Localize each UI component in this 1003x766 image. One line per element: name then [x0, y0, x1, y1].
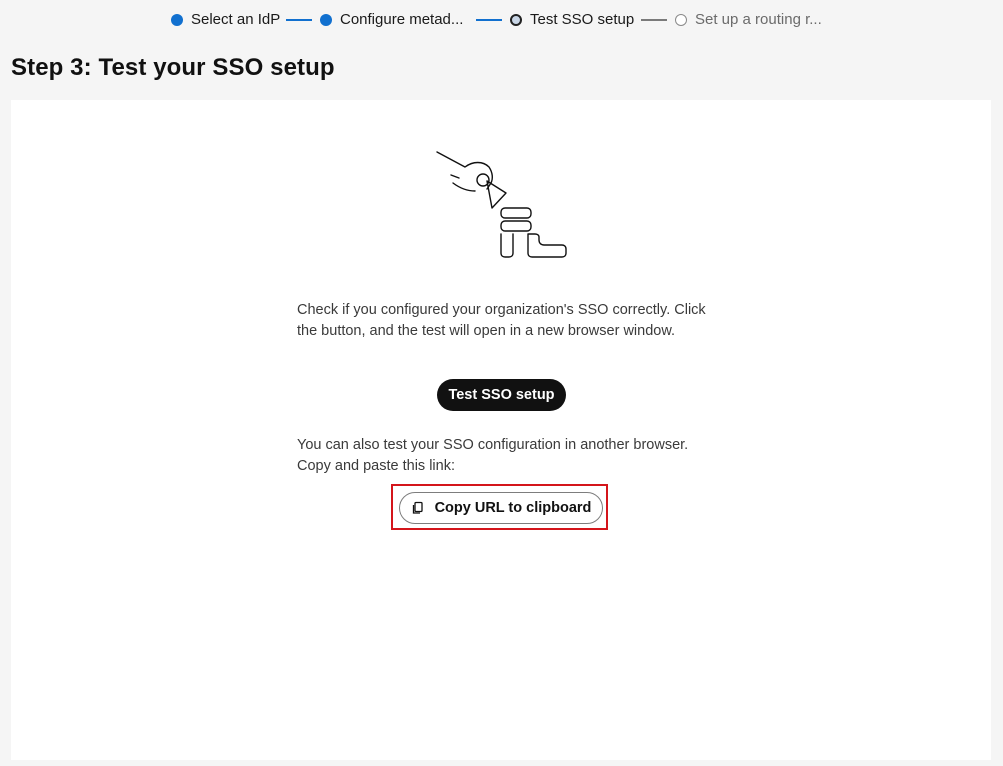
content-card: Check if you configured your organizatio…	[11, 100, 991, 760]
copy-url-label: Copy URL to clipboard	[434, 500, 592, 516]
step-complete-icon	[320, 13, 332, 26]
step-connector	[641, 19, 667, 21]
intro-text: Check if you configured your organizatio…	[297, 302, 706, 339]
step-configure-metadata[interactable]: Configure metad...	[320, 11, 463, 28]
step-routing-rule[interactable]: Set up a routing r...	[675, 11, 822, 28]
step-label: Set up a routing r...	[695, 11, 822, 28]
copy-icon	[411, 501, 425, 515]
step-current-icon	[510, 13, 522, 26]
step-pending-icon	[675, 13, 687, 26]
alt-browser-text: You can also test your SSO configuration…	[297, 437, 689, 474]
step-label: Test SSO setup	[530, 11, 635, 28]
step-label: Configure metad...	[340, 11, 464, 28]
test-sso-button[interactable]: Test SSO setup	[437, 379, 566, 411]
step-connector	[286, 19, 312, 21]
step-select-idp[interactable]: Select an IdP	[171, 11, 280, 28]
page-title: Step 3: Test your SSO setup	[11, 54, 335, 81]
step-label: Select an IdP	[191, 11, 281, 28]
sso-test-illustration	[436, 151, 567, 258]
copy-url-button[interactable]: Copy URL to clipboard	[399, 492, 603, 524]
step-test-sso[interactable]: Test SSO setup	[510, 11, 634, 28]
step-complete-icon	[171, 13, 183, 26]
step-connector	[476, 19, 502, 21]
progress-stepper: Select an IdP Configure metad... Test SS…	[0, 0, 1003, 40]
